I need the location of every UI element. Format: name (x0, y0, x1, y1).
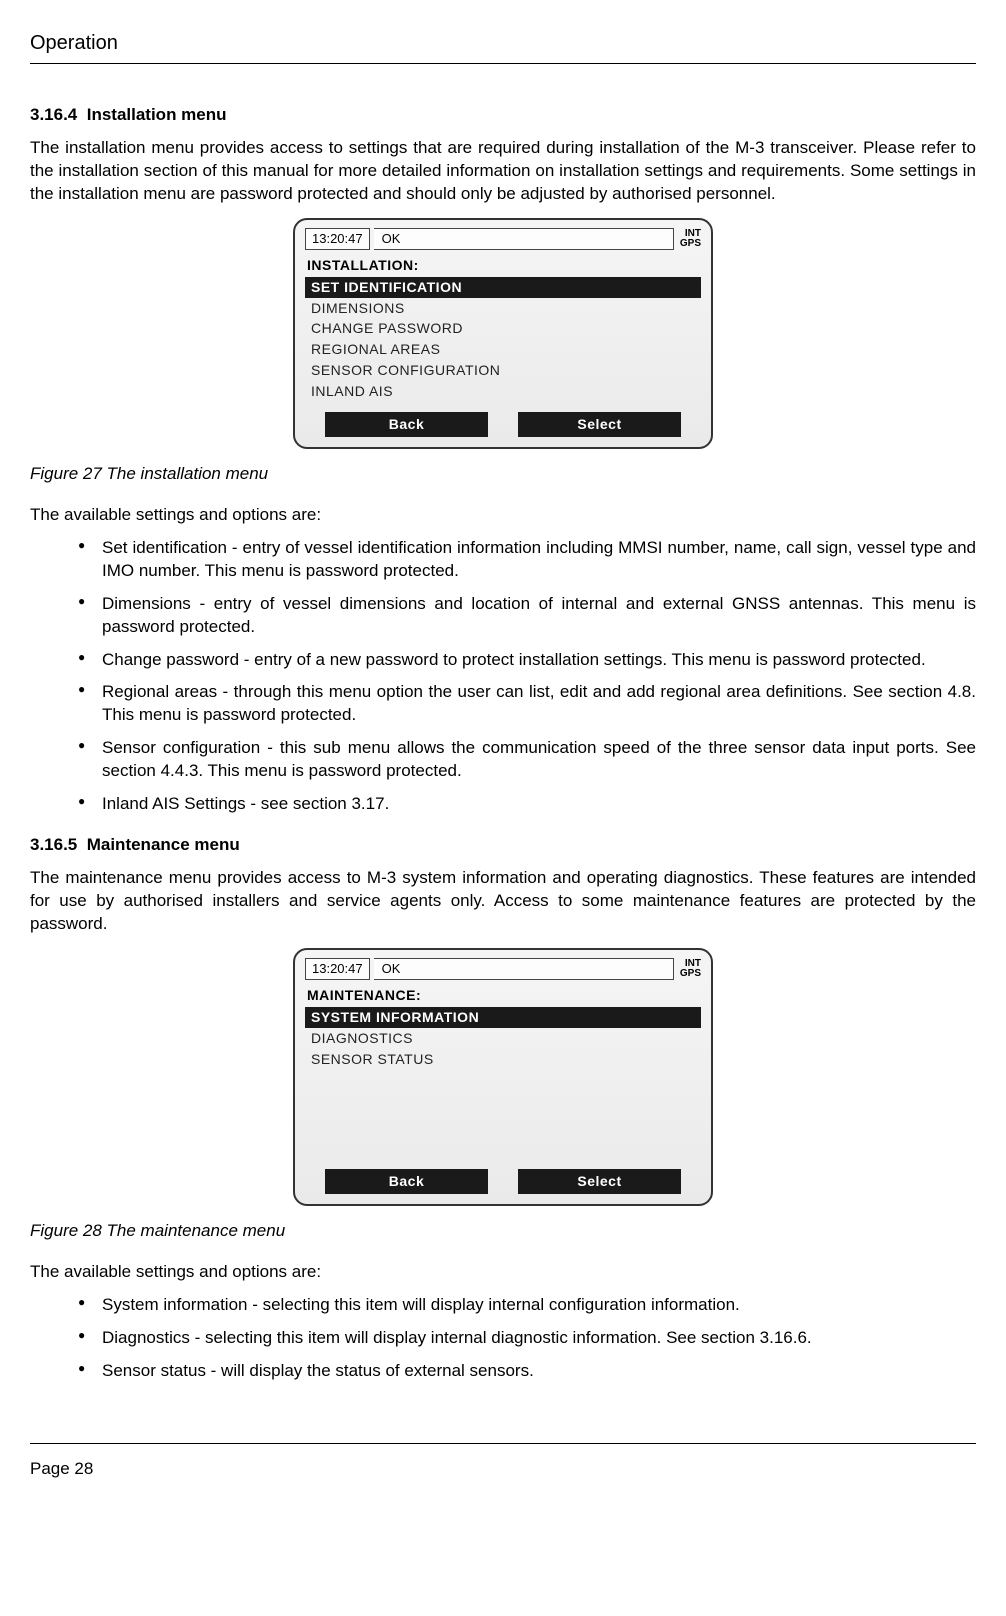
status-time: 13:20:47 (305, 228, 370, 250)
device-screen-installation: 13:20:47 OK INT GPS INSTALLATION: SET ID… (293, 218, 713, 449)
options2-intro: The available settings and options are: (30, 1261, 976, 1284)
figure-28-caption: Figure 28 The maintenance menu (30, 1220, 976, 1243)
option-dimensions: Dimensions - entry of vessel dimensions … (78, 593, 976, 639)
select-button[interactable]: Select (518, 412, 681, 437)
status-time: 13:20:47 (305, 958, 370, 980)
menu-item-set-identification[interactable]: SET IDENTIFICATION (305, 277, 701, 298)
section-number: 3.16.4 (30, 105, 77, 124)
back-button[interactable]: Back (325, 1169, 488, 1194)
menu-title-maintenance: MAINTENANCE: (307, 986, 701, 1005)
section-title: Maintenance menu (87, 835, 240, 854)
status-ok: OK (374, 958, 674, 980)
status-bar: 13:20:47 OK INT GPS (305, 228, 701, 250)
page-number: Page 28 (30, 1458, 976, 1481)
softkey-row: Back Select (305, 1169, 701, 1194)
option-regional-areas: Regional areas - through this menu optio… (78, 681, 976, 727)
footer-rule (30, 1443, 976, 1444)
menu-item-diagnostics[interactable]: DIAGNOSTICS (305, 1028, 701, 1049)
section-number: 3.16.5 (30, 835, 77, 854)
menu-list-maintenance: SYSTEM INFORMATION DIAGNOSTICS SENSOR ST… (305, 1007, 701, 1070)
menu-list-installation: SET IDENTIFICATION DIMENSIONS CHANGE PAS… (305, 277, 701, 402)
section2-paragraph: The maintenance menu provides access to … (30, 867, 976, 936)
section-heading-maintenance: 3.16.5 Maintenance menu (30, 834, 976, 857)
menu-spacer (305, 1069, 701, 1159)
figure-27-container: 13:20:47 OK INT GPS INSTALLATION: SET ID… (30, 218, 976, 449)
menu-item-inland-ais[interactable]: INLAND AIS (305, 381, 701, 402)
option-sensor-configuration: Sensor configuration - this sub menu all… (78, 737, 976, 783)
menu-title-installation: INSTALLATION: (307, 256, 701, 275)
options1-intro: The available settings and options are: (30, 504, 976, 527)
select-button[interactable]: Select (518, 1169, 681, 1194)
option-inland-ais: Inland AIS Settings - see section 3.17. (78, 793, 976, 816)
menu-item-sensor-configuration[interactable]: SENSOR CONFIGURATION (305, 360, 701, 381)
section-title: Installation menu (87, 105, 227, 124)
section-heading-installation: 3.16.4 Installation menu (30, 104, 976, 127)
figure-28-container: 13:20:47 OK INT GPS MAINTENANCE: SYSTEM … (30, 948, 976, 1206)
menu-item-sensor-status[interactable]: SENSOR STATUS (305, 1049, 701, 1070)
options-list-1: Set identification - entry of vessel ide… (30, 537, 976, 816)
section1-paragraph: The installation menu provides access to… (30, 137, 976, 206)
option-diagnostics: Diagnostics - selecting this item will d… (78, 1327, 976, 1350)
options-list-2: System information - selecting this item… (30, 1294, 976, 1383)
status-bar: 13:20:47 OK INT GPS (305, 958, 701, 980)
page-header: Operation (30, 30, 976, 57)
status-gps: INT GPS (680, 229, 701, 249)
device-screen-maintenance: 13:20:47 OK INT GPS MAINTENANCE: SYSTEM … (293, 948, 713, 1206)
option-change-password: Change password - entry of a new passwor… (78, 649, 976, 672)
menu-item-change-password[interactable]: CHANGE PASSWORD (305, 318, 701, 339)
menu-item-regional-areas[interactable]: REGIONAL AREAS (305, 339, 701, 360)
header-rule (30, 63, 976, 64)
menu-item-system-information[interactable]: SYSTEM INFORMATION (305, 1007, 701, 1028)
option-set-identification: Set identification - entry of vessel ide… (78, 537, 976, 583)
menu-item-dimensions[interactable]: DIMENSIONS (305, 298, 701, 319)
status-ok: OK (374, 228, 674, 250)
gps-line2: GPS (680, 969, 701, 979)
status-gps: INT GPS (680, 959, 701, 979)
back-button[interactable]: Back (325, 412, 488, 437)
gps-line2: GPS (680, 239, 701, 249)
option-system-information: System information - selecting this item… (78, 1294, 976, 1317)
figure-27-caption: Figure 27 The installation menu (30, 463, 976, 486)
option-sensor-status: Sensor status - will display the status … (78, 1360, 976, 1383)
softkey-row: Back Select (305, 412, 701, 437)
